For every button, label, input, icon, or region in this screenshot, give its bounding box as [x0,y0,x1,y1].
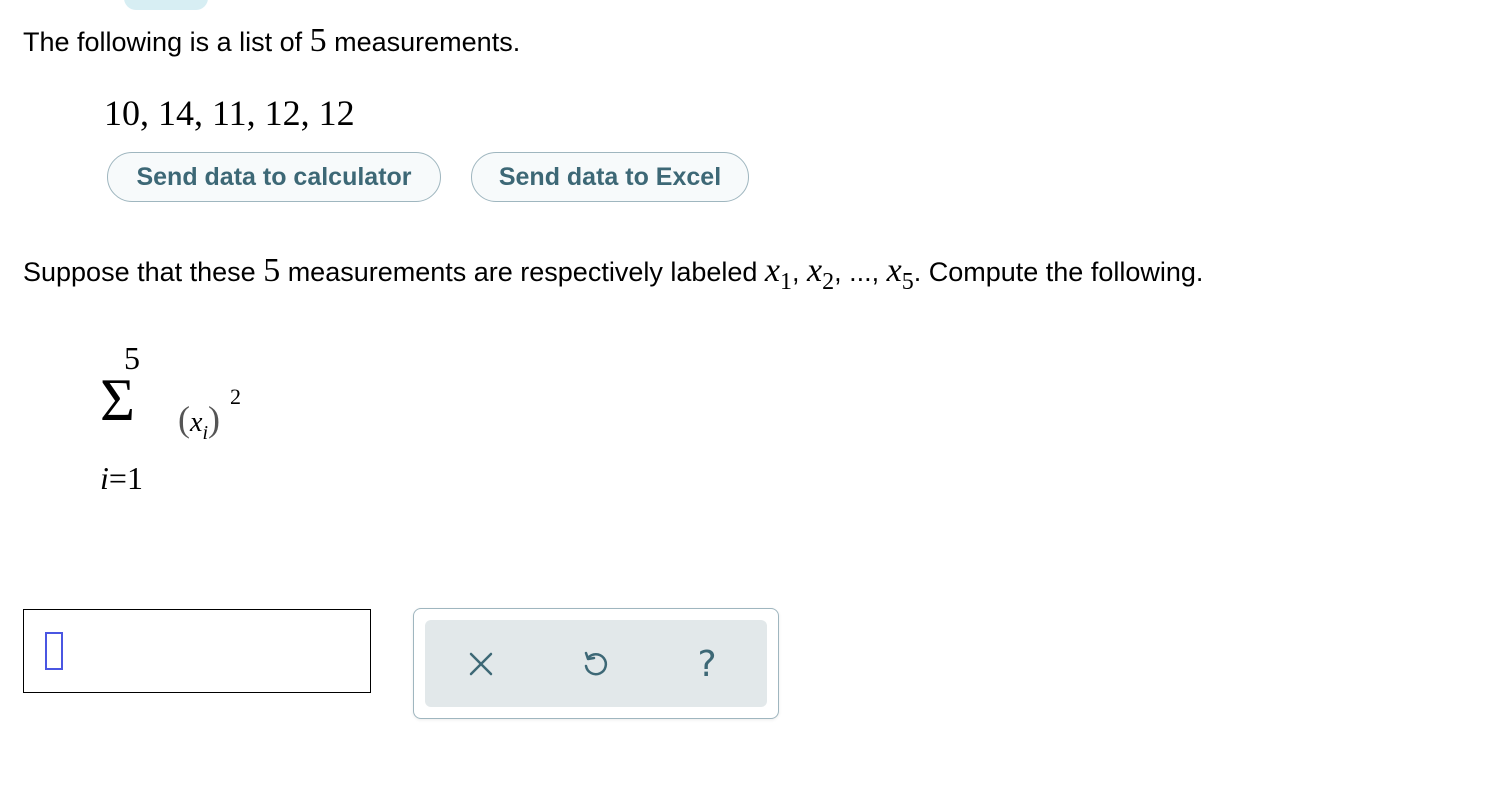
prompt-text: Suppose that these 5 measurements are re… [23,252,1204,295]
input-cursor [45,632,63,670]
help-icon[interactable]: ? [687,644,727,685]
send-to-calculator-button[interactable]: Send data to calculator [107,152,441,202]
lower-eq: = [108,460,127,496]
var-x5: x [886,252,902,289]
sum-exponent: 2 [230,384,241,409]
sep-2: , ..., [834,257,887,287]
data-list: 10, 14, 11, 12, 12 [104,93,355,133]
lower-val: 1 [126,460,143,496]
page: The following is a list of 5 measurement… [0,0,1488,800]
answer-input[interactable] [23,609,371,693]
prompt-text-after: . Compute the following. [913,257,1204,287]
intro-count: 5 [309,22,327,59]
sep-1: , [792,257,808,287]
sum-term: (xi) [178,398,220,444]
sigma-symbol: Σ [100,367,135,433]
close-paren: ) [208,399,220,439]
intro-text-before: The following is a list of [23,27,310,57]
term-var: x [190,407,203,438]
term-index: i [202,422,208,444]
send-to-excel-button[interactable]: Send data to Excel [471,152,749,202]
lower-var: i [100,460,109,496]
answer-toolbar: ? [413,608,779,719]
top-tab[interactable] [124,0,208,10]
var-x2: x [807,252,823,289]
sub-5: 5 [901,269,914,295]
undo-icon[interactable] [575,644,615,684]
summation-formula: 5 Σ (xi) 2 i=1 [96,340,296,500]
intro-text: The following is a list of 5 measurement… [23,22,520,60]
open-paren: ( [178,399,190,439]
sub-2: 2 [822,269,835,295]
var-x1: x [764,252,781,289]
close-icon[interactable] [461,644,501,684]
sum-lower-limit: i=1 [100,460,143,497]
prompt-count: 5 [263,252,281,289]
answer-toolbar-inner: ? [425,620,767,707]
prompt-text-before: Suppose that these [23,257,264,287]
sub-1: 1 [780,269,793,295]
prompt-text-middle: measurements are respectively labeled [280,257,765,287]
intro-text-after: measurements. [326,27,521,57]
